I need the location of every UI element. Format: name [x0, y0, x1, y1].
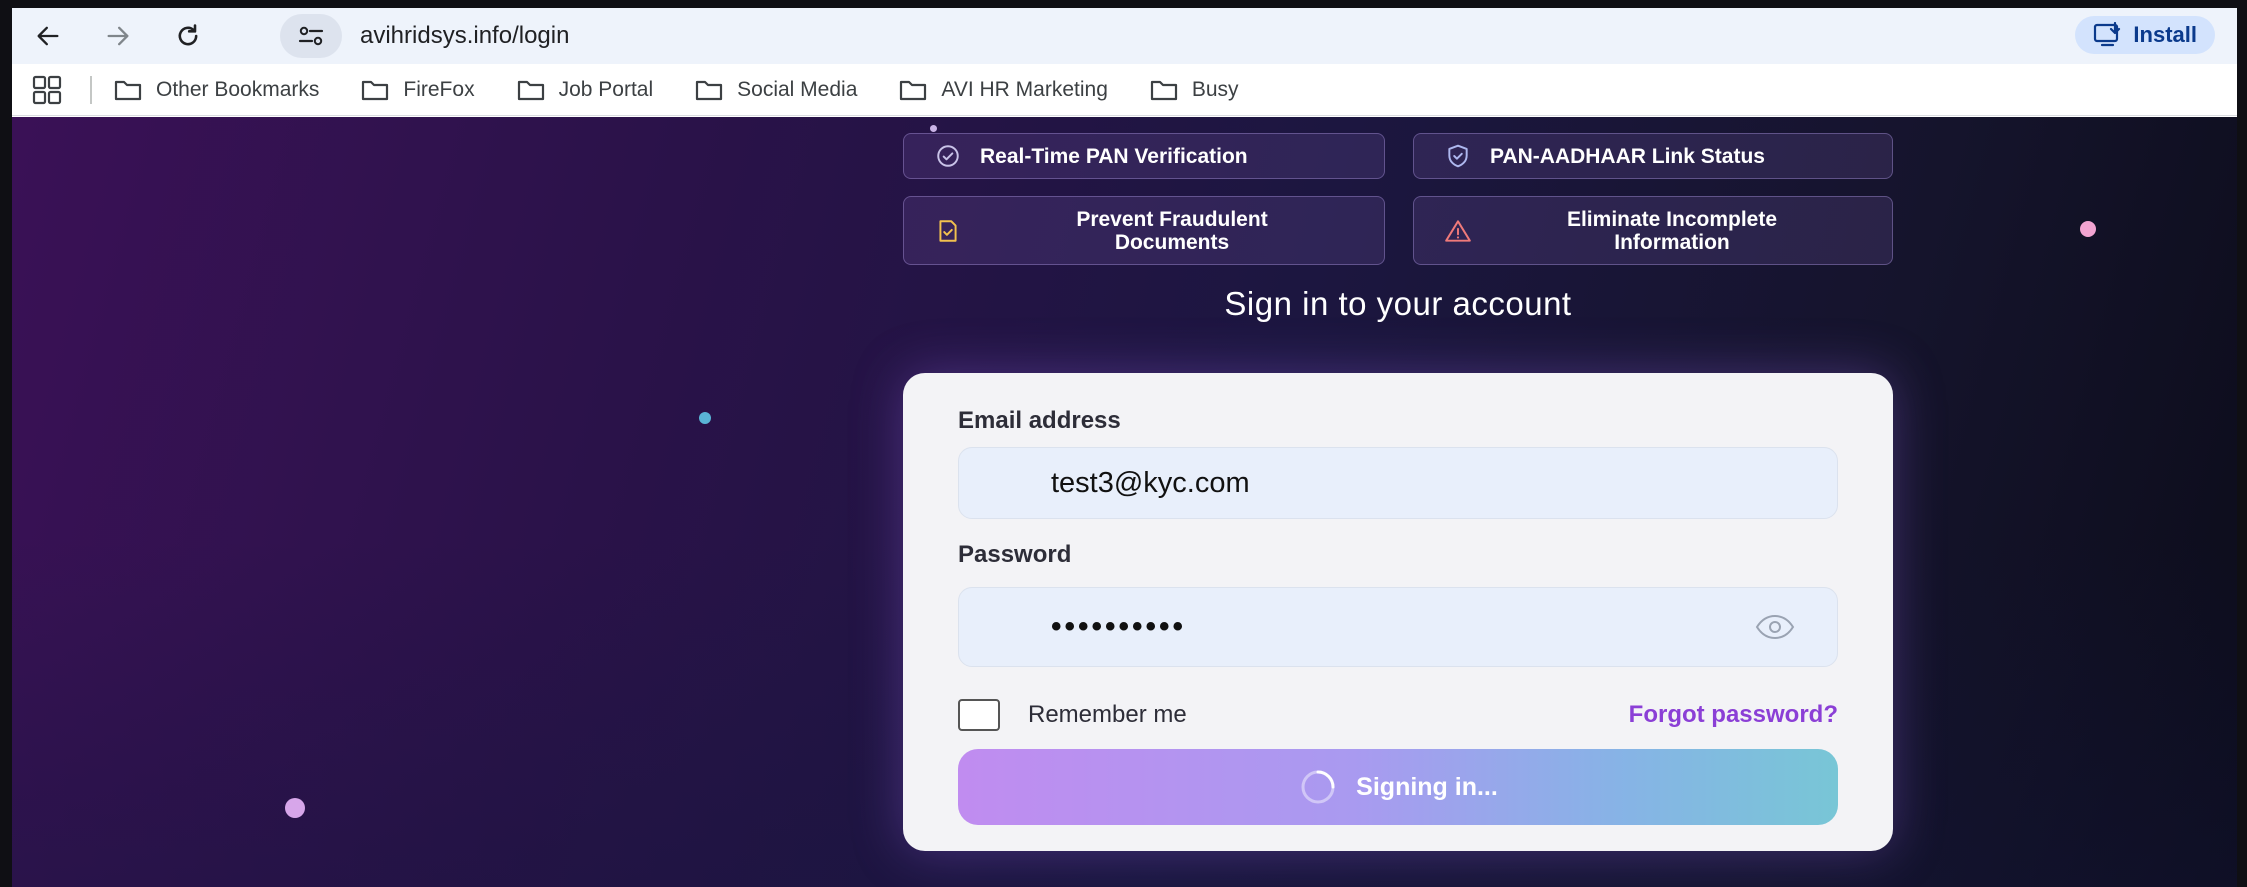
- decorative-dot: [699, 412, 711, 424]
- folder-icon: [696, 80, 723, 100]
- feature-label: PAN-AADHAAR Link Status: [1490, 144, 1765, 168]
- install-button[interactable]: Install: [2075, 16, 2215, 54]
- forward-button[interactable]: [94, 12, 142, 60]
- back-arrow-icon: [37, 26, 59, 46]
- address-bar[interactable]: avihridsys.info/login: [270, 14, 2070, 58]
- window-frame-top: [0, 0, 2247, 8]
- install-label: Install: [2133, 22, 2197, 47]
- window-frame-right: [2237, 0, 2247, 887]
- bookmark-folder-firefox[interactable]: FireFox: [361, 77, 475, 102]
- check-circle-icon: [934, 142, 962, 170]
- bookmark-label: Other Bookmarks: [156, 77, 320, 101]
- back-button[interactable]: [24, 12, 72, 60]
- bookmarks-separator: [90, 75, 92, 104]
- bookmark-label: Busy: [1191, 77, 1239, 101]
- warning-triangle-icon: [1444, 217, 1472, 245]
- eye-icon: [1755, 614, 1795, 640]
- page-title: Sign in to your account: [1224, 285, 1572, 322]
- password-field[interactable]: ••••••••••: [958, 587, 1838, 667]
- login-page: Real-Time PAN Verification PAN-AADHAAR L…: [12, 117, 2237, 887]
- document-check-icon: [934, 217, 962, 245]
- bookmark-label: AVI HR Marketing: [941, 77, 1108, 101]
- folder-icon: [362, 80, 389, 100]
- bookmark-label: Job Portal: [558, 77, 654, 101]
- url-text[interactable]: avihridsys.info/login: [360, 22, 569, 50]
- forward-arrow-icon: [107, 26, 129, 46]
- apps-grid-icon: [32, 75, 62, 104]
- remember-me-checkbox[interactable]: [958, 699, 1000, 731]
- decorative-dot: [930, 125, 937, 132]
- bookmark-folder-social-media[interactable]: Social Media: [695, 78, 857, 102]
- folder-icon: [114, 80, 142, 100]
- email-value: test3@kyc.com: [1051, 466, 1250, 499]
- bookmark-folder-job-portal[interactable]: Job Portal: [517, 77, 654, 102]
- bookmark-label: Social Media: [737, 77, 858, 101]
- install-app-icon: [2094, 22, 2121, 47]
- feature-prevent-fraudulent-documents: Prevent Fraudulent Documents: [903, 196, 1385, 265]
- browser-toolbar: avihridsys.info/login Install: [12, 8, 2237, 64]
- folder-icon: [517, 80, 544, 100]
- email-field[interactable]: test3@kyc.com: [958, 447, 1838, 519]
- feature-label: Eliminate Incomplete Information: [1566, 207, 1778, 254]
- decorative-dot: [2080, 221, 2096, 237]
- folder-icon: [900, 80, 927, 100]
- reload-button[interactable]: [164, 12, 212, 60]
- loading-spinner-icon: [1301, 770, 1335, 804]
- shield-check-icon: [1444, 142, 1472, 170]
- folder-icon: [1150, 80, 1177, 100]
- decorative-dot: [285, 798, 305, 818]
- feature-eliminate-incomplete-information: Eliminate Incomplete Information: [1413, 196, 1893, 265]
- window-frame-left: [0, 0, 12, 887]
- forgot-password-link[interactable]: Forgot password?: [1629, 701, 1838, 729]
- password-label: Password: [958, 541, 1072, 568]
- remember-me-label: Remember me: [1028, 701, 1187, 728]
- feature-label: Prevent Fraudulent Documents: [1076, 207, 1268, 254]
- site-settings-icon: [298, 26, 324, 46]
- bookmark-label: FireFox: [403, 77, 475, 101]
- feature-pan-aadhaar-link-status: PAN-AADHAAR Link Status: [1413, 133, 1893, 179]
- password-value: ••••••••••: [1051, 610, 1187, 643]
- bookmark-folder-busy[interactable]: Busy: [1150, 78, 1239, 102]
- bookmark-folder-other-bookmarks[interactable]: Other Bookmarks: [114, 78, 319, 102]
- remember-me-row[interactable]: Remember me: [958, 699, 1187, 731]
- login-card: Email address test3@kyc.com Password •••…: [903, 373, 1893, 851]
- sign-in-button[interactable]: Signing in...: [958, 749, 1838, 825]
- sign-in-button-label: Signing in...: [1356, 772, 1498, 801]
- toggle-password-visibility-button[interactable]: [1755, 610, 1795, 652]
- site-info-button[interactable]: [280, 14, 342, 58]
- bookmarks-bar: Other Bookmarks FireFox Job Portal Socia…: [12, 64, 2237, 116]
- email-label: Email address: [958, 407, 1121, 434]
- feature-real-time-pan-verification: Real-Time PAN Verification: [903, 133, 1385, 179]
- reload-icon: [178, 24, 198, 46]
- apps-grid-button[interactable]: [30, 73, 64, 107]
- feature-label: Real-Time PAN Verification: [980, 144, 1248, 168]
- bookmark-folder-avi-hr-marketing[interactable]: AVI HR Marketing: [899, 78, 1108, 102]
- feature-badges: Real-Time PAN Verification PAN-AADHAAR L…: [903, 133, 1893, 303]
